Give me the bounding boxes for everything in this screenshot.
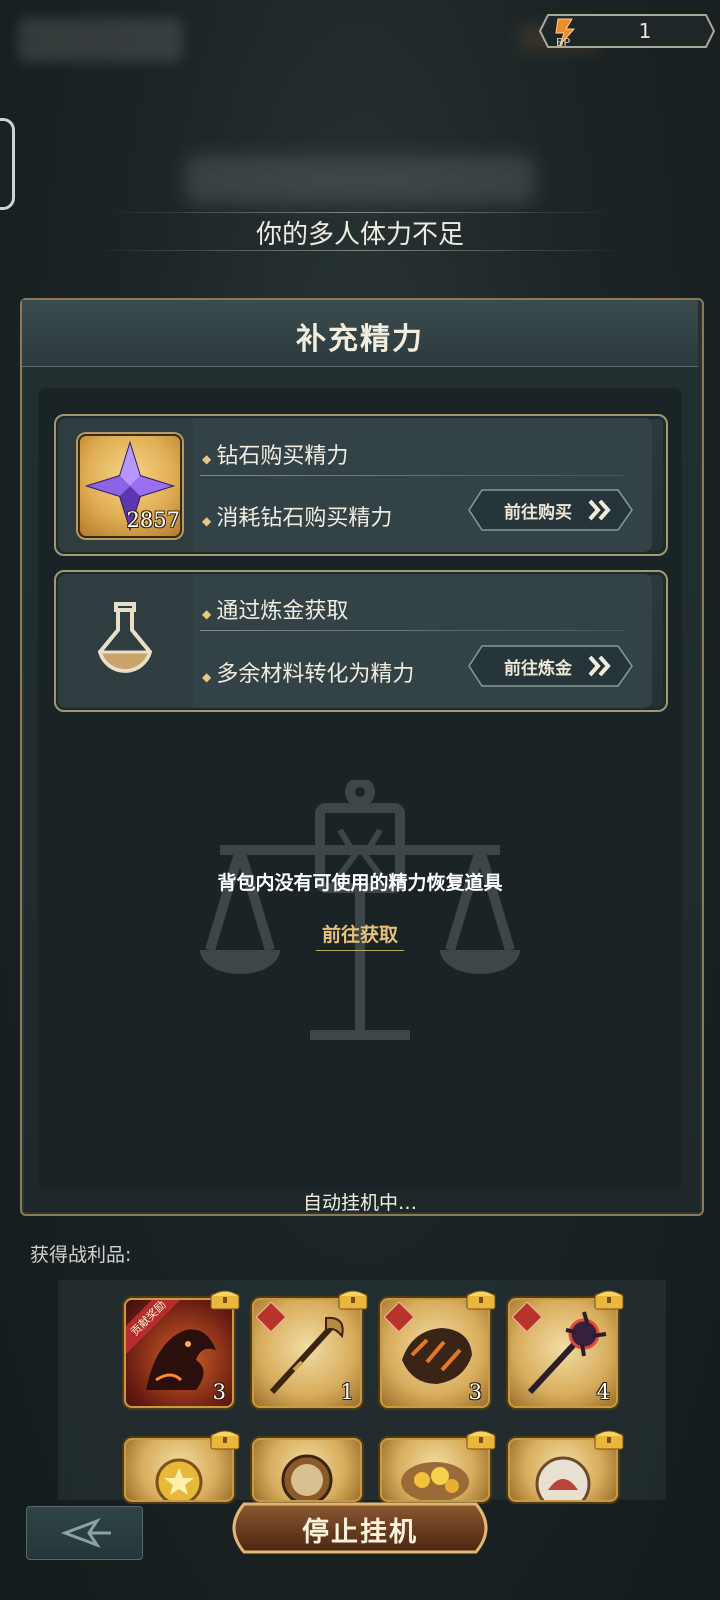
loot-item[interactable] (252, 1438, 362, 1502)
compass-icon (281, 1454, 333, 1500)
option-title-row: ◆ 通过炼金获取 (202, 593, 348, 625)
bp-value: 1 (638, 19, 652, 43)
chest-icon (210, 1288, 240, 1310)
item-count: 3 (212, 1380, 226, 1404)
stop-auto-label: 停止挂机 (302, 1517, 418, 1548)
back-button[interactable] (26, 1506, 143, 1560)
go-get-link[interactable]: 前往获取 (310, 920, 410, 947)
panel-title: 补充精力 (296, 322, 424, 357)
option-desc-row: ◆ 消耗钻石购买精力 (202, 500, 392, 532)
option-desc: 多余材料转化为精力 (216, 662, 415, 687)
item-count: 1 (340, 1380, 354, 1404)
go-alchemy-button[interactable]: 前往炼金 (468, 645, 633, 687)
loot-item[interactable]: 贡献奖励 3 (124, 1298, 234, 1408)
chest-icon (466, 1428, 496, 1450)
auto-battle-status: 自动挂机中… (302, 1192, 417, 1214)
loot-item[interactable]: 4 (508, 1298, 618, 1408)
bp-label: BP (556, 36, 571, 49)
option-title-row: ◆ 钻石购买精力 (202, 438, 348, 470)
divider (200, 475, 625, 476)
option-desc: 消耗钻石购买精力 (216, 506, 393, 531)
chest-icon (210, 1428, 240, 1450)
loot-item[interactable]: 1 (252, 1298, 362, 1408)
back-arrow-icon (60, 1517, 111, 1549)
balance-scale-icon (200, 777, 520, 1054)
stage-title-blurred (185, 155, 535, 203)
notice-bottom-line (90, 250, 630, 251)
chest-icon (594, 1428, 624, 1450)
notice-top-line (105, 212, 615, 213)
option-desc-row: ◆ 多余材料转化为精力 (202, 656, 414, 688)
chest-icon (466, 1288, 496, 1310)
bullet-icon: ◆ (202, 514, 212, 528)
player-name-blurred (18, 18, 183, 62)
bullet-icon: ◆ (202, 607, 212, 621)
flask-icon (92, 600, 158, 684)
option-title: 通过炼金获取 (216, 599, 349, 624)
chest-icon (338, 1288, 368, 1310)
bullet-icon: ◆ (202, 452, 212, 466)
stamina-notice: 你的多人体力不足 (255, 220, 464, 250)
go-buy-label: 前往购买 (504, 503, 572, 523)
loot-label: 获得战利品: (30, 1244, 132, 1266)
diamond-count: 2857 (126, 508, 180, 532)
loot-item[interactable]: 3 (380, 1298, 490, 1408)
side-drawer-tab[interactable] (0, 118, 15, 210)
item-count: 3 (468, 1380, 482, 1404)
divider (200, 630, 625, 631)
option-title: 钻石购买精力 (216, 444, 349, 469)
chest-icon (594, 1288, 624, 1310)
go-buy-button[interactable]: 前往购买 (468, 489, 633, 531)
item-count: 4 (596, 1380, 610, 1404)
go-alchemy-label: 前往炼金 (504, 659, 572, 679)
empty-bag-message: 背包内没有可使用的精力恢复道具 (217, 872, 503, 894)
link-underline (316, 950, 404, 951)
bullet-icon: ◆ (202, 670, 212, 684)
